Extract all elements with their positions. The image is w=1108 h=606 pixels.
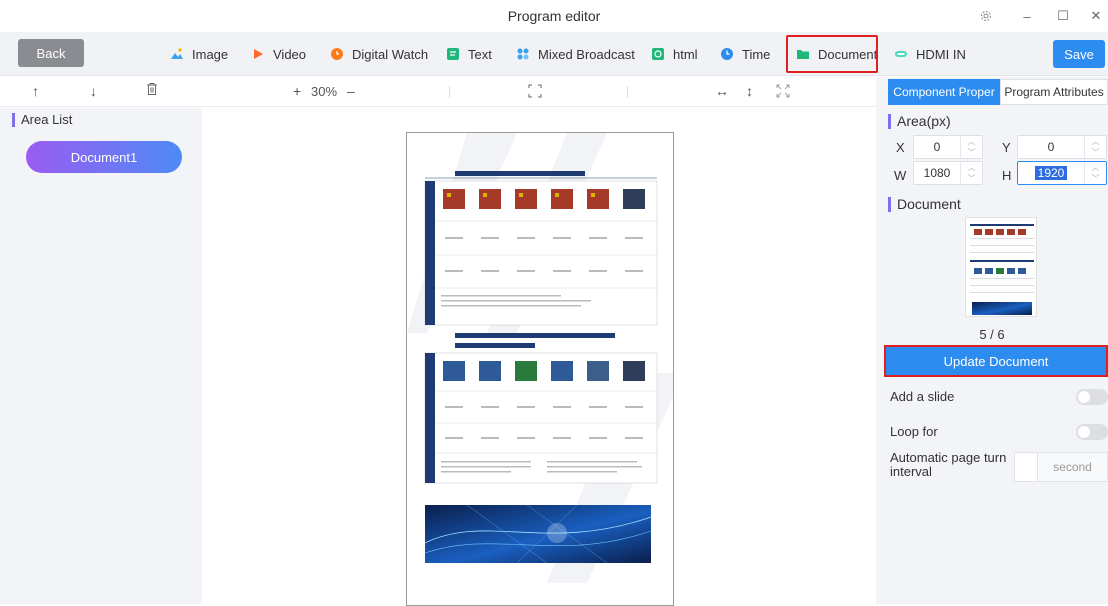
toolbar-html-label: html: [673, 46, 698, 62]
toolbar-hdmi-in[interactable]: HDMI IN: [894, 43, 966, 65]
toolbar-video-label: Video: [273, 46, 307, 62]
properties-tabs: Component Proper Program Attributes: [888, 79, 1108, 105]
save-button[interactable]: Save: [1053, 40, 1105, 68]
toolbar-mixed-broadcast[interactable]: Mixed Broadcast: [516, 43, 635, 65]
loop-label: Loop for: [890, 424, 938, 439]
move-down-icon[interactable]: ↓: [90, 83, 97, 99]
document-preview[interactable]: [406, 132, 674, 606]
update-document-button[interactable]: Update Document: [884, 345, 1108, 377]
document-page-graphic: [407, 133, 673, 583]
editor-canvas[interactable]: [202, 108, 876, 606]
toolbar-text-label: Text: [468, 46, 492, 62]
minimize-button[interactable]: –: [1009, 0, 1045, 32]
toolbar-time-label: Time: [742, 46, 771, 62]
mixed-broadcast-icon: [516, 47, 530, 61]
add-slide-label: Add a slide: [890, 389, 955, 404]
back-button[interactable]: Back: [18, 39, 84, 67]
delete-icon[interactable]: [146, 82, 158, 99]
zoom-out-button[interactable]: –: [347, 83, 355, 99]
interval-label: Automatic page turn interval: [890, 450, 1007, 479]
add-slide-toggle[interactable]: [1076, 389, 1108, 405]
area-section-title: Area(px): [888, 114, 951, 129]
gear-icon[interactable]: [968, 0, 1004, 32]
properties-panel: Component Proper Program Attributes Area…: [876, 77, 1108, 604]
title-bar: Program editor – ☐ ✕: [0, 0, 1108, 32]
w-value: 1080: [923, 166, 951, 180]
toolbar-digital-watch-label: Digital Watch: [352, 46, 429, 62]
page-indicator: 5 / 6: [979, 327, 1005, 342]
h-stepper[interactable]: ︿ ﹀: [1084, 162, 1106, 184]
text-icon: [446, 47, 460, 61]
toolbar-hdmi-in-label: HDMI IN: [916, 46, 966, 62]
h-value: 1920: [1034, 166, 1068, 180]
h-label: H: [1002, 168, 1012, 183]
maximize-button[interactable]: ☐: [1045, 0, 1081, 32]
toolbar-video[interactable]: Video: [251, 43, 306, 65]
fit-height-icon[interactable]: ↕: [746, 83, 753, 99]
toolbar-mixed-broadcast-label: Mixed Broadcast: [538, 46, 635, 62]
y-value: 0: [1047, 140, 1055, 154]
area-list-item[interactable]: Document1: [26, 141, 182, 173]
html-icon: [651, 47, 665, 61]
window-title: Program editor: [507, 8, 601, 24]
area-list-panel: Area List Document1: [0, 108, 202, 604]
document-thumbnail[interactable]: [965, 217, 1037, 317]
toolbar-image[interactable]: Image: [170, 43, 228, 65]
hdmi-icon: [894, 47, 908, 61]
toolbar-time[interactable]: Time: [720, 43, 770, 65]
toolbar-text[interactable]: Text: [446, 43, 492, 65]
close-button[interactable]: ✕: [1078, 0, 1108, 32]
fullscreen-icon[interactable]: [776, 84, 790, 101]
image-icon: [170, 47, 184, 61]
zoom-level: 30%: [311, 84, 338, 99]
toolbar-html[interactable]: html: [651, 43, 698, 65]
x-stepper[interactable]: ︿ ﹀: [960, 136, 982, 158]
y-label: Y: [1002, 140, 1011, 155]
tab-component-properties[interactable]: Component Proper: [888, 79, 1000, 105]
document-highlight-box: [786, 35, 878, 73]
time-icon: [720, 47, 734, 61]
h-input[interactable]: 1920 ︿ ﹀: [1017, 161, 1107, 185]
tab-program-attributes[interactable]: Program Attributes: [1000, 79, 1108, 105]
video-icon: [251, 47, 265, 61]
canvas-toolbar: ↑ ↓ + 30% – ↔ ↕: [0, 77, 876, 107]
divider: [449, 86, 450, 98]
fit-width-icon[interactable]: ↔: [715, 83, 729, 99]
fit-screen-icon[interactable]: [528, 84, 542, 101]
y-stepper[interactable]: ︿ ﹀: [1084, 136, 1106, 158]
y-input[interactable]: 0 ︿ ﹀: [1017, 135, 1107, 159]
x-input[interactable]: 0 ︿ ﹀: [913, 135, 983, 159]
digital-watch-icon: [330, 47, 344, 61]
x-value: 0: [933, 140, 941, 154]
area-list-title: Area List: [12, 113, 72, 127]
interval-input[interactable]: [1014, 452, 1038, 482]
x-label: X: [896, 140, 905, 155]
toolbar-image-label: Image: [192, 46, 229, 62]
move-up-icon[interactable]: ↑: [32, 83, 39, 99]
w-label: W: [894, 168, 907, 183]
interval-unit: second: [1038, 452, 1108, 482]
toolbar-digital-watch[interactable]: Digital Watch: [330, 43, 428, 65]
main-toolbar: Back Image Video Digital Watch Text Mixe…: [0, 32, 1108, 76]
w-input[interactable]: 1080 ︿ ﹀: [913, 161, 983, 185]
divider: [627, 86, 628, 98]
w-stepper[interactable]: ︿ ﹀: [960, 162, 982, 184]
zoom-in-button[interactable]: +: [293, 83, 301, 99]
document-section-title: Document: [888, 197, 961, 212]
loop-toggle[interactable]: [1076, 424, 1108, 440]
